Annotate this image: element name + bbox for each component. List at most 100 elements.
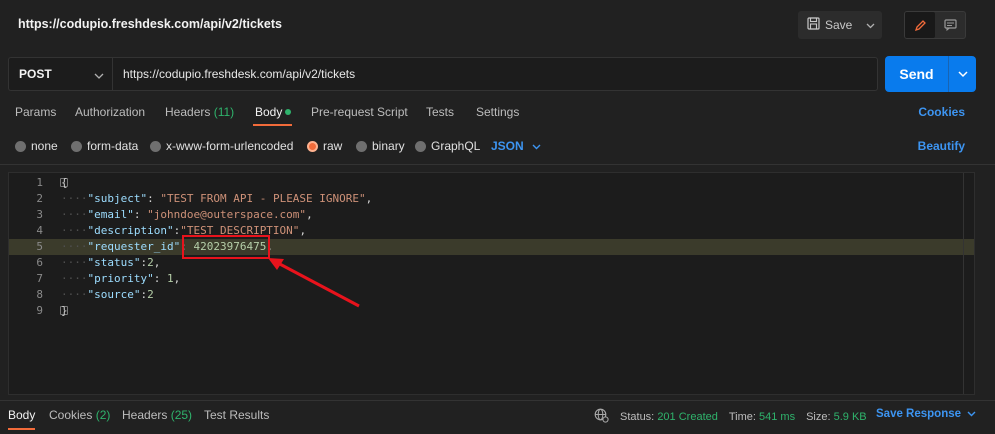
tab-headers-label: Headers (165, 105, 211, 119)
code-text: ····"priority": 1, (61, 272, 181, 285)
tab-prerequest-script[interactable]: Pre-request Script (311, 105, 408, 119)
save-icon (807, 17, 820, 33)
radio-none[interactable]: none (15, 139, 58, 153)
tab-authorization[interactable]: Authorization (75, 105, 145, 119)
line-number: 8 (36, 288, 43, 301)
json-key: "status" (87, 256, 141, 269)
annotation-arrow-icon (268, 258, 360, 308)
tab-response-cookies[interactable]: Cookies (2) (49, 408, 110, 422)
radio-binary-label: binary (372, 139, 405, 153)
pencil-icon[interactable] (905, 12, 935, 38)
save-response-label: Save Response (876, 408, 962, 420)
json-sep: : (147, 192, 161, 205)
tab-test-results[interactable]: Test Results (204, 408, 269, 422)
code-text: ····"email": "johndoe@outerspace.com", (61, 208, 313, 221)
response-meta: Status: 201 Created Time: 541 ms Size: 5… (594, 408, 867, 426)
response-bar: Body Cookies (2) Headers (25) Test Resul… (0, 402, 995, 434)
globe-icon[interactable] (594, 408, 609, 426)
json-key: "requester_id" (87, 240, 181, 253)
line-number: 3 (36, 208, 43, 221)
url-input[interactable]: https://codupio.freshdesk.com/api/v2/tic… (112, 57, 878, 91)
json-value: 2 (147, 256, 154, 269)
radio-raw[interactable]: raw (307, 139, 342, 153)
json-key: "description" (87, 224, 174, 237)
radio-circle (415, 140, 426, 152)
radio-circle (15, 140, 26, 152)
json-comma: , (306, 208, 313, 221)
radio-raw-label: raw (323, 139, 343, 153)
send-options-chevron-icon[interactable] (949, 70, 976, 78)
json-sep: : (153, 272, 167, 285)
size-label: Size: (806, 411, 831, 423)
radio-circle (356, 140, 367, 152)
divider (0, 164, 995, 165)
radio-circle-selected (307, 140, 318, 152)
code-text: ····"status":2, (61, 256, 161, 269)
method-label: POST (19, 67, 52, 81)
radio-circle (150, 140, 161, 152)
status-value[interactable]: 201 Created (657, 411, 718, 423)
title-bar: https://codupio.freshdesk.com/api/v2/tic… (0, 0, 995, 48)
code-line: 4 ····"description":"TEST DESCRIPTION", (9, 223, 974, 239)
size-value[interactable]: 5.9 KB (834, 411, 867, 423)
beautify-link[interactable]: Beautify (918, 139, 965, 153)
tab-response-headers[interactable]: Headers (25) (122, 408, 192, 422)
code-line: 1 { (9, 175, 974, 191)
radio-binary[interactable]: binary (356, 139, 405, 153)
radio-urlencoded[interactable]: x-www-form-urlencoded (150, 139, 293, 153)
code-line: 9 } (9, 303, 974, 319)
line-number: 7 (36, 272, 43, 285)
cookies-link[interactable]: Cookies (918, 105, 965, 119)
save-button[interactable]: Save (798, 11, 882, 39)
format-label: JSON (491, 139, 524, 153)
body-code-editor[interactable]: 1 { 2 ····"subject": "TEST FROM API - PL… (8, 172, 975, 395)
code-text: ····"source":2 (61, 288, 154, 301)
format-select[interactable]: JSON (491, 139, 541, 153)
chevron-down-icon (94, 69, 104, 83)
tab-body[interactable]: Body (255, 105, 292, 119)
divider (0, 400, 995, 401)
radio-form-data[interactable]: form-data (71, 139, 138, 153)
radio-graphql[interactable]: GraphQL (415, 139, 480, 153)
json-value: "johndoe@outerspace.com" (147, 208, 307, 221)
code-line: 2 ····"subject": "TEST FROM API - PLEASE… (9, 191, 974, 207)
line-number: 1 (36, 176, 43, 189)
save-label: Save (825, 18, 853, 32)
view-mode-toggle (904, 11, 966, 39)
editor-scrollbar[interactable] (963, 173, 974, 394)
code-line-highlighted: 5 ····"requester_id": 42023976475, (9, 239, 974, 255)
time-value[interactable]: 541 ms (759, 411, 795, 423)
annotation-highlight-box (182, 235, 270, 259)
save-response-button[interactable]: Save Response (876, 408, 976, 420)
body-modified-dot (285, 109, 292, 115)
response-cookies-count: (2) (95, 408, 111, 422)
line-number: 2 (36, 192, 43, 205)
line-number: 4 (36, 224, 43, 237)
json-comma: , (365, 192, 373, 205)
body-type-selector: none form-data x-www-form-urlencoded raw… (0, 135, 995, 157)
code-text: } (61, 304, 68, 317)
send-button[interactable]: Send (885, 56, 976, 92)
line-number: 5 (36, 240, 43, 253)
response-headers-label: Headers (122, 408, 168, 422)
code-text: ····"subject": "TEST FROM API - PLEASE I… (61, 192, 373, 205)
tab-params[interactable]: Params (15, 105, 56, 119)
code-line: 8 ····"source":2 (9, 287, 974, 303)
comment-icon[interactable] (935, 12, 965, 38)
tab-body-label: Body (255, 105, 283, 119)
json-sep: : (133, 208, 148, 221)
radio-form-data-label: form-data (87, 139, 139, 153)
radio-urlencoded-label: x-www-form-urlencoded (166, 139, 294, 153)
tab-tests[interactable]: Tests (426, 105, 454, 119)
method-select[interactable]: POST (8, 57, 112, 91)
json-comma: , (299, 224, 307, 237)
chevron-down-icon[interactable] (866, 18, 875, 32)
code-line: 7 ····"priority": 1, (9, 271, 974, 287)
json-key: "subject" (87, 192, 148, 205)
active-tab-indicator (253, 124, 292, 126)
tab-headers[interactable]: Headers (11) (165, 105, 234, 119)
send-label: Send (899, 66, 934, 82)
tab-settings[interactable]: Settings (476, 105, 519, 119)
tab-response-body[interactable]: Body (8, 408, 35, 422)
response-cookies-label: Cookies (49, 408, 93, 422)
